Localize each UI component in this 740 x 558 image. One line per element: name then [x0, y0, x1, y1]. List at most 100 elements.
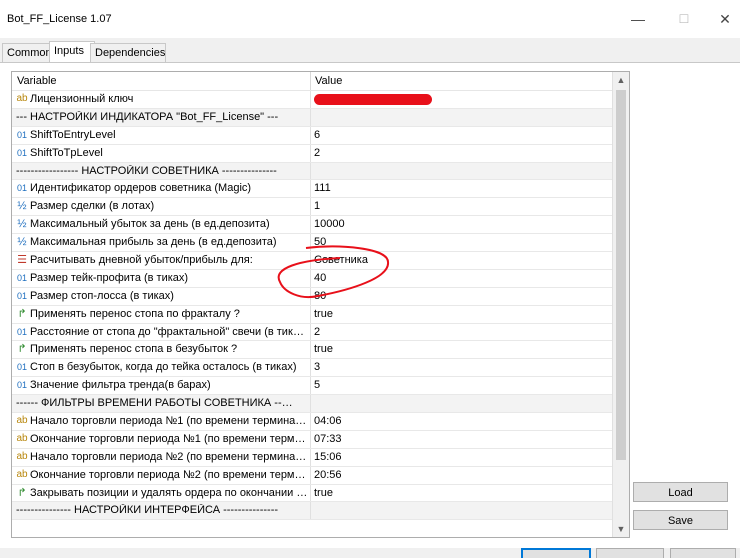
tab-inputs[interactable]: Inputs: [49, 41, 95, 63]
column-header-value[interactable]: Value: [315, 75, 342, 87]
cell-separator: [310, 377, 311, 395]
variable-name: Максимальный убыток за день (в ед.депози…: [30, 218, 270, 231]
scroll-thumb[interactable]: [616, 90, 626, 460]
grid-row[interactable]: ½ Максимальный убыток за день (в ед.депоз…: [12, 216, 612, 235]
variable-name: Максимальная прибыль за день (в ед.депоз…: [30, 236, 277, 249]
variable-value[interactable]: 20:56: [314, 469, 342, 481]
grid-row[interactable]: ab Лицензионный ключ: [12, 91, 612, 109]
arrow-type-icon: ↱: [17, 343, 27, 356]
grid-row[interactable]: ----------------- НАСТРОЙКИ СОВЕТНИКА --…: [12, 162, 612, 181]
variable-value[interactable]: 6: [314, 129, 320, 141]
grid-row[interactable]: ab Начало торговли периода №2 (по времени…: [12, 448, 612, 467]
cell-separator: [310, 341, 311, 359]
variable-name: Стоп в безубыток, когда до тейка осталос…: [30, 361, 297, 374]
scroll-down-icon[interactable]: ▼: [613, 521, 629, 537]
grid-header: Variable Value: [12, 72, 612, 91]
variable-value[interactable]: 40: [314, 272, 326, 284]
title-bar: Bot_FF_License 1.07 — ☐ ✕: [0, 0, 740, 38]
variable-name: --------------- НАСТРОЙКИ ИНТЕРФЕЙСА ---…: [16, 504, 279, 517]
grid-row[interactable]: ½ Размер сделки (в лотах) 1: [12, 198, 612, 217]
variable-value[interactable]: 5: [314, 379, 320, 391]
variable-name: Окончание торговли периода №1 (по времен…: [30, 432, 308, 445]
variable-value[interactable]: 2: [314, 147, 320, 159]
cell-separator: [310, 323, 311, 341]
variable-value[interactable]: 10000: [314, 218, 345, 230]
variable-name: Лицензионный ключ: [30, 93, 134, 105]
variable-name: ------ ФИЛЬТРЫ ВРЕМЕНИ РАБОТЫ СОВЕТНИКА …: [16, 397, 294, 410]
variable-value[interactable]: true: [314, 487, 333, 499]
variable-name: Расчитывать дневной убыток/прибыль для:: [30, 254, 253, 267]
reset-button[interactable]: [670, 548, 736, 558]
vertical-scrollbar[interactable]: ▲ ▼: [612, 72, 629, 537]
column-separator[interactable]: [310, 72, 311, 90]
cell-separator: [310, 234, 311, 252]
variable-value[interactable]: 1: [314, 200, 320, 212]
grid-row[interactable]: ↱ Применять перенос стопа по фракталу ? tr…: [12, 305, 612, 324]
grid-row[interactable]: ab Начало торговли периода №1 (по времени…: [12, 413, 612, 431]
tab-dependencies[interactable]: Dependencies: [90, 43, 166, 62]
ok-button[interactable]: [521, 548, 591, 558]
maximize-button[interactable]: ☐: [670, 8, 698, 30]
cell-separator: [310, 359, 311, 377]
grid-row[interactable]: 01 ShiftToEntryLevel 6: [12, 126, 612, 145]
int-type-icon: 01: [16, 129, 27, 140]
variable-name: ShiftToEntryLevel: [30, 128, 116, 141]
grid-row[interactable]: --- НАСТРОЙКИ ИНДИКАТОРА "Bot_FF_License…: [12, 108, 612, 127]
redaction-mark: [314, 94, 432, 105]
cancel-button[interactable]: [596, 548, 664, 558]
grid-row[interactable]: ↱ Применять перенос стопа в безубыток ? tr…: [12, 341, 612, 360]
variable-name: Начало торговли периода №2 (по времени т…: [30, 450, 308, 463]
cell-separator: [310, 269, 311, 287]
minimize-button[interactable]: —: [624, 8, 652, 30]
cell-separator: [310, 144, 311, 162]
variable-name: Идентификатор ордеров советника (Magic): [30, 182, 252, 195]
cell-separator: [310, 448, 311, 466]
variable-value[interactable]: 3: [314, 361, 320, 373]
close-button[interactable]: ✕: [711, 8, 739, 30]
grid-row[interactable]: 01 Идентификатор ордеров советника (Magic…: [12, 180, 612, 199]
grid-row[interactable]: ↱ Закрывать позиции и удалять ордера по о…: [12, 484, 612, 503]
variable-value[interactable]: 111: [314, 182, 331, 194]
grid-row[interactable]: ☰ Расчитывать дневной убыток/прибыль для:…: [12, 252, 612, 270]
cell-separator: [310, 180, 311, 198]
tab-common[interactable]: Common: [2, 43, 54, 62]
variable-name: Размер тейк-профита (в тиках): [30, 271, 189, 284]
cell-separator: [310, 305, 311, 323]
variable-value[interactable]: true: [314, 343, 333, 355]
variable-value[interactable]: 50: [314, 236, 326, 248]
grid-row[interactable]: --------------- НАСТРОЙКИ ИНТЕРФЕЙСА ---…: [12, 502, 612, 521]
column-header-variable[interactable]: Variable: [17, 75, 57, 87]
grid-row[interactable]: ------ ФИЛЬТРЫ ВРЕМЕНИ РАБОТЫ СОВЕТНИКА …: [12, 395, 612, 414]
arrow-type-icon: ↱: [17, 486, 27, 499]
variable-value[interactable]: true: [314, 308, 333, 320]
grid-row[interactable]: 01 Размер стоп-лосса (в тиках) 80: [12, 287, 612, 306]
variable-name: Значение фильтра тренда(в барах): [30, 379, 211, 392]
load-button[interactable]: Load: [633, 482, 728, 502]
save-button[interactable]: Save: [633, 510, 728, 530]
variable-value[interactable]: Советника: [314, 254, 368, 266]
variable-value[interactable]: 15:06: [314, 451, 342, 463]
variable-value[interactable]: 2: [314, 326, 320, 338]
variable-value[interactable]: 07:33: [314, 433, 342, 445]
half-type-icon: ½: [17, 218, 27, 231]
variable-name: --- НАСТРОЙКИ ИНДИКАТОРА "Bot_FF_License…: [16, 110, 279, 123]
grid-row[interactable]: ½ Максимальная прибыль за день (в ед.депо…: [12, 234, 612, 253]
grid-row[interactable]: ab Окончание торговли периода №2 (по врем…: [12, 466, 612, 485]
grid-row[interactable]: 01 Значение фильтра тренда(в барах) 5: [12, 377, 612, 396]
scroll-up-icon[interactable]: ▲: [613, 72, 629, 88]
variable-name: Окончание торговли периода №2 (по времен…: [30, 468, 308, 481]
grid-row[interactable]: ab Окончание торговли периода №1 (по врем…: [12, 430, 612, 449]
grid-row[interactable]: 01 Стоп в безубыток, когда до тейка остал…: [12, 359, 612, 378]
cell-separator: [310, 162, 311, 180]
grid-row[interactable]: 01 Размер тейк-профита (в тиках) 40: [12, 269, 612, 288]
half-type-icon: ½: [17, 200, 27, 213]
variable-value[interactable]: 04:06: [314, 415, 342, 427]
cell-separator: [310, 413, 311, 430]
grid-row[interactable]: 01 Расстояние от стопа до "фрактальной" с…: [12, 323, 612, 342]
ab-type-icon: ab: [16, 415, 28, 427]
variable-value[interactable]: 80: [314, 290, 326, 302]
grid-row[interactable]: 01 ShiftToTpLevel 2: [12, 144, 612, 163]
list-type-icon: ☰: [17, 254, 27, 267]
int-type-icon: 01: [16, 380, 27, 391]
cell-separator: [310, 216, 311, 234]
